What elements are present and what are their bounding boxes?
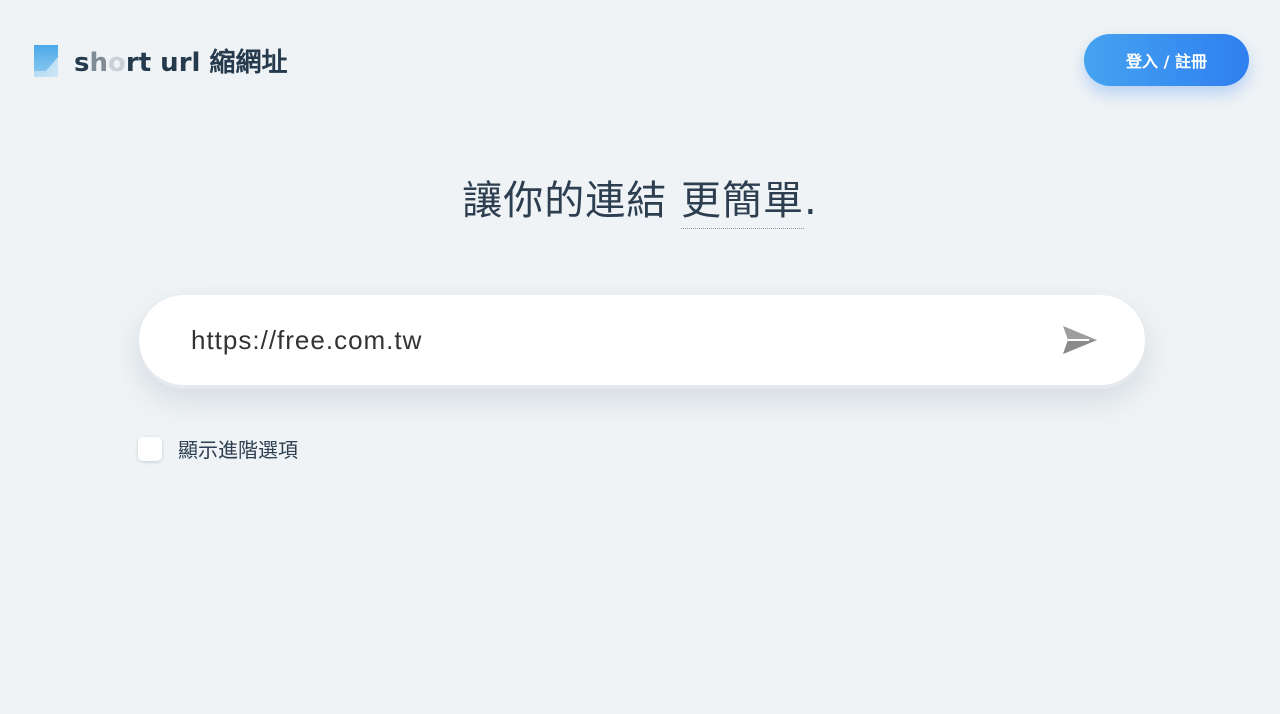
headline-emphasis: 更簡單: [681, 178, 804, 229]
url-shorten-form: [139, 295, 1145, 385]
logo-mark-icon: [34, 44, 58, 77]
logo-text-rest: rt url 縮網址: [125, 48, 288, 78]
logo-text-fade1: h: [89, 48, 108, 78]
page-headline: 讓你的連結 更簡單.: [0, 168, 1280, 229]
submit-button[interactable]: [1057, 318, 1103, 362]
logo-text: short url 縮網址: [74, 42, 287, 79]
url-input[interactable]: [191, 317, 1051, 363]
advanced-options-label[interactable]: 顯示進階選項: [178, 434, 298, 463]
header: short url 縮網址 登入 / 註冊: [0, 0, 1280, 120]
headline-end: .: [804, 178, 818, 224]
headline-main: 讓你的連結: [462, 178, 681, 224]
logo-link[interactable]: short url 縮網址: [34, 42, 287, 79]
send-icon: [1063, 326, 1097, 354]
advanced-options-toggle: 顯示進階選項: [138, 434, 298, 463]
logo-text-fade2: o: [108, 48, 126, 78]
advanced-options-checkbox[interactable]: [138, 436, 162, 461]
logo-text-prefix: s: [74, 48, 90, 78]
login-register-button[interactable]: 登入 / 註冊: [1084, 34, 1249, 86]
